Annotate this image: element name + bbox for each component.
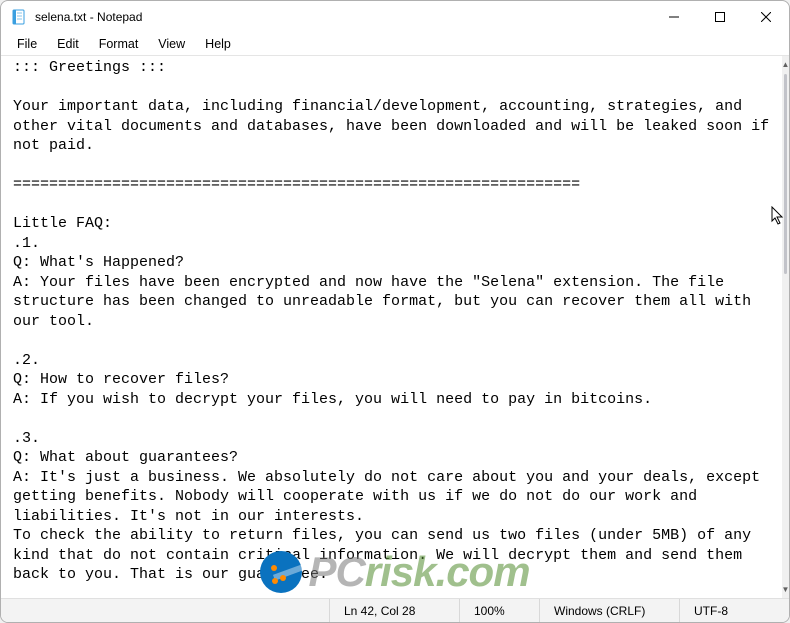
- window-title: selena.txt - Notepad: [35, 10, 142, 24]
- status-spacer: [1, 599, 329, 622]
- close-button[interactable]: [743, 1, 789, 33]
- scroll-down-arrow[interactable]: ▼: [782, 581, 789, 598]
- menu-format[interactable]: Format: [89, 35, 149, 53]
- minimize-button[interactable]: [651, 1, 697, 33]
- status-position: Ln 42, Col 28: [329, 599, 459, 622]
- vertical-scrollbar[interactable]: ▲ ▼: [782, 56, 789, 598]
- menu-edit[interactable]: Edit: [47, 35, 89, 53]
- notepad-icon: [11, 9, 27, 25]
- content-area: ::: Greetings ::: Your important data, i…: [1, 55, 789, 598]
- menu-view[interactable]: View: [148, 35, 195, 53]
- statusbar: Ln 42, Col 28 100% Windows (CRLF) UTF-8: [1, 598, 789, 622]
- menu-help[interactable]: Help: [195, 35, 241, 53]
- titlebar[interactable]: selena.txt - Notepad: [1, 1, 789, 33]
- menu-file[interactable]: File: [7, 35, 47, 53]
- status-encoding: UTF-8: [679, 599, 789, 622]
- status-zoom: 100%: [459, 599, 539, 622]
- scroll-up-arrow[interactable]: ▲: [782, 56, 789, 73]
- text-editor[interactable]: ::: Greetings ::: Your important data, i…: [1, 56, 782, 598]
- maximize-button[interactable]: [697, 1, 743, 33]
- notepad-window: selena.txt - Notepad File Edit Format Vi…: [0, 0, 790, 623]
- window-controls: [651, 1, 789, 33]
- menubar: File Edit Format View Help: [1, 33, 789, 55]
- scroll-thumb[interactable]: [784, 74, 787, 274]
- status-eol: Windows (CRLF): [539, 599, 679, 622]
